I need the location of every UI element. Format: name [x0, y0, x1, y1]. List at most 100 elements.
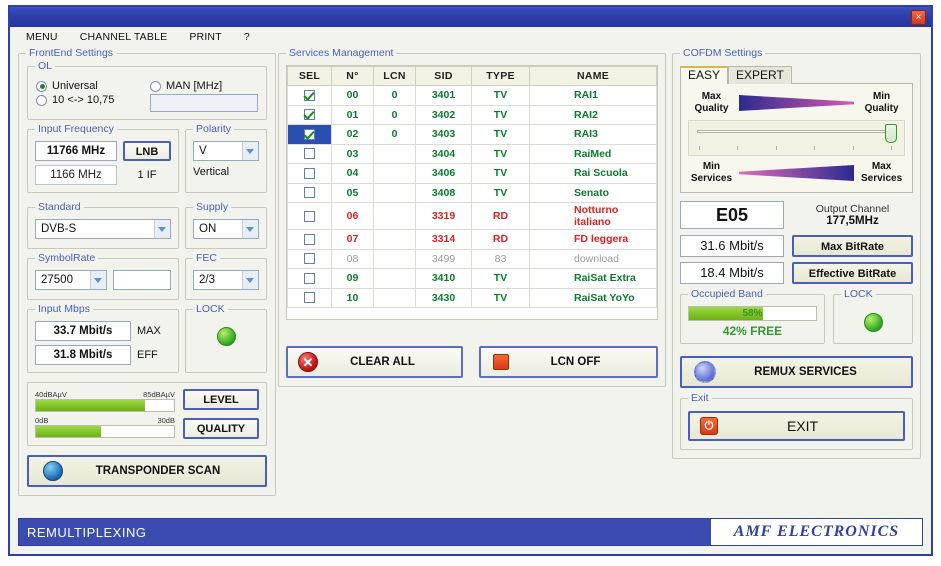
symbolrate-select[interactable]: 27500 — [35, 270, 107, 290]
min-quality-label: Min Quality — [864, 91, 899, 114]
checkbox-icon[interactable] — [304, 187, 315, 199]
row-type: TV — [471, 104, 530, 125]
table-row[interactable]: 07 3314 RD FD leggera — [287, 229, 657, 250]
row-select-cell[interactable] — [287, 143, 332, 164]
checkbox-icon[interactable] — [304, 148, 315, 160]
title-bar: × — [8, 5, 933, 27]
menu-item-help[interactable]: ? — [242, 30, 252, 44]
input-frequency-value[interactable]: 11766 MHz — [35, 141, 117, 161]
lcn-off-button[interactable]: LCN OFF — [479, 346, 658, 378]
row-type: RD — [471, 202, 530, 230]
row-name: download — [529, 248, 657, 269]
globe-icon — [43, 461, 63, 481]
table-row[interactable]: 04 3406 TV Rai Scuola — [287, 163, 657, 184]
row-select-cell[interactable] — [287, 268, 332, 289]
max-bitrate-button[interactable]: Max BitRate — [792, 235, 913, 257]
services-group: Services Management SEL N° LCN SID TYPE … — [278, 47, 666, 387]
row-select-cell[interactable] — [287, 182, 332, 203]
supply-label: Supply — [193, 201, 232, 213]
checkbox-icon[interactable] — [304, 210, 315, 222]
clear-all-button[interactable]: ✕ CLEAR ALL — [286, 346, 463, 378]
table-row[interactable]: 01 0 3402 TV RAI2 — [287, 104, 657, 125]
ol-group: OL Universal 10 <-> 10,75 MAN [MHz] — [27, 60, 267, 120]
radio-ol-universal[interactable]: Universal — [36, 80, 144, 92]
slider-thumb[interactable] — [885, 124, 897, 143]
stop-square-icon — [493, 354, 509, 370]
table-row[interactable]: 05 3408 TV Senato — [287, 182, 657, 203]
standard-select[interactable]: DVB-S — [35, 219, 171, 239]
table-row[interactable]: 02 0 3403 TV RAI3 — [287, 124, 657, 145]
remux-services-label: REMUX SERVICES — [754, 366, 857, 378]
cofdm-lock-led-icon — [863, 313, 883, 332]
checkbox-icon[interactable] — [304, 89, 315, 101]
chevron-down-icon — [242, 142, 258, 160]
effective-bitrate-button[interactable]: Effective BitRate — [792, 262, 913, 284]
frontend-settings-title: FrontEnd Settings — [26, 47, 117, 59]
remux-services-button[interactable]: REMUX SERVICES — [680, 356, 913, 388]
polarity-select[interactable]: V — [193, 141, 259, 161]
fec-select[interactable]: 2/3 — [193, 270, 259, 290]
table-row[interactable]: 09 3410 TV RaiSat Extra — [287, 268, 657, 289]
level-button[interactable]: LEVEL — [183, 389, 259, 410]
row-select-cell[interactable] — [287, 104, 332, 125]
tab-expert[interactable]: EXPERT — [728, 66, 792, 84]
slider-ticks — [699, 146, 892, 150]
table-row[interactable]: 10 3430 TV RaiSat YoYo — [287, 287, 657, 308]
exit-button[interactable]: ⏻ EXIT — [688, 411, 905, 441]
checkbox-icon[interactable] — [304, 272, 315, 284]
row-sid: 3430 — [415, 287, 472, 308]
row-name: RaiSat YoYo — [529, 287, 657, 308]
menu-item-channel-table[interactable]: CHANNEL TABLE — [78, 30, 170, 44]
supply-select[interactable]: ON — [193, 219, 259, 239]
table-row[interactable]: 08 3499 83 download — [287, 248, 657, 269]
quality-wedge-icon — [738, 95, 855, 111]
input-mbps-max-label: MAX — [137, 325, 161, 337]
symbolrate-extra-input[interactable] — [113, 270, 171, 290]
table-row[interactable]: 03 3404 TV RaiMed — [287, 143, 657, 164]
row-select-cell[interactable] — [287, 248, 332, 269]
table-row[interactable]: 06 3319 RD Notturno italiano — [287, 202, 657, 230]
row-select-cell[interactable] — [287, 85, 332, 106]
standard-label: Standard — [35, 201, 84, 213]
checkbox-icon[interactable] — [304, 292, 315, 304]
menu-item-print[interactable]: PRINT — [187, 30, 224, 44]
row-name: Notturno italiano — [529, 202, 657, 230]
tab-easy[interactable]: EASY — [680, 66, 729, 84]
quality-button[interactable]: QUALITY — [183, 418, 259, 439]
checkbox-icon[interactable] — [304, 128, 315, 140]
row-number: 02 — [331, 124, 374, 145]
quality-services-slider[interactable] — [688, 120, 905, 156]
row-select-cell[interactable] — [287, 202, 332, 230]
close-icon[interactable]: × — [911, 10, 926, 25]
checkbox-icon[interactable] — [304, 167, 315, 179]
radio-ol-manual[interactable]: MAN [MHz] — [150, 80, 258, 92]
cofdm-settings-panel: COFDM Settings EASY EXPERT Max Quality M… — [672, 47, 921, 466]
level-min-label: 40dBAµV — [35, 390, 67, 399]
menu-item-menu[interactable]: MENU — [24, 30, 60, 44]
row-select-cell[interactable] — [287, 229, 332, 250]
row-type: TV — [471, 182, 530, 203]
application-window: × MENU CHANNEL TABLE PRINT ? FrontEnd Se… — [8, 5, 933, 556]
table-row[interactable]: 00 0 3401 TV RAI1 — [287, 85, 657, 106]
radio-ol-alt[interactable]: 10 <-> 10,75 — [36, 94, 144, 106]
row-select-cell[interactable] — [287, 163, 332, 184]
transponder-scan-button[interactable]: TRANSPONDER SCAN — [27, 455, 267, 487]
row-type: TV — [471, 143, 530, 164]
row-select-cell[interactable] — [287, 124, 332, 145]
input-mbps-max-value: 33.7 Mbit/s — [35, 321, 131, 341]
frontend-lock-label: LOCK — [193, 303, 228, 315]
row-lcn — [373, 182, 416, 203]
row-type: 83 — [471, 248, 530, 269]
output-channel-label: Output Channel — [815, 203, 890, 215]
checkbox-icon[interactable] — [304, 109, 315, 121]
radio-alt-label: 10 <-> 10,75 — [52, 94, 115, 106]
checkbox-icon[interactable] — [304, 233, 315, 245]
row-select-cell[interactable] — [287, 287, 332, 308]
occupied-band-label: Occupied Band — [688, 288, 766, 300]
lnb-button[interactable]: LNB — [123, 141, 171, 161]
checkbox-icon[interactable] — [304, 253, 315, 265]
app-root: × MENU CHANNEL TABLE PRINT ? FrontEnd Se… — [0, 0, 941, 566]
manual-frequency-input[interactable] — [150, 94, 258, 112]
services-table-wrapper[interactable]: SEL N° LCN SID TYPE NAME 00 0 3401 TV RAI1 01… — [286, 65, 658, 320]
cofdm-lock-label: LOCK — [841, 288, 876, 300]
